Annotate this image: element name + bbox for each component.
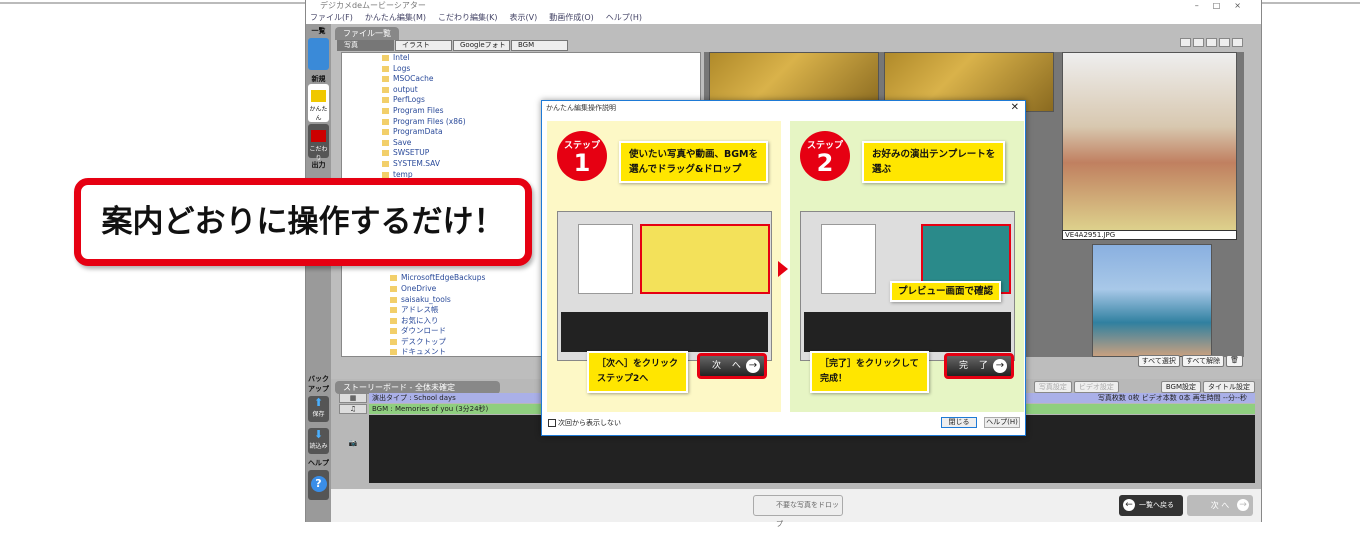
view-detail-icon[interactable]: [1219, 38, 1230, 47]
step1-bubble: 使いたい写真や動画、BGMを 選んでドラッグ&ドロップ: [619, 141, 768, 183]
effect-icon: ▦: [339, 393, 367, 403]
step2-preview-label: プレビュー画面で確認: [890, 281, 1002, 302]
arrow-right-icon: →: [993, 359, 1007, 373]
clapper-icon: [311, 130, 326, 142]
kantan-button[interactable]: かんたん: [308, 84, 329, 122]
list-label: 一覧: [311, 27, 326, 35]
bottom-bar: 不要な写真をドロップ ← 一覧へ戻る 次 へ →: [331, 489, 1261, 528]
question-icon: ?: [310, 476, 327, 492]
window-controls[interactable]: –□×: [1195, 0, 1255, 12]
title-bar: デジカメdeムービーシアター –□×: [306, 0, 1261, 12]
camera-icon: 📷: [348, 439, 358, 447]
tab-photo[interactable]: 写真: [337, 40, 394, 51]
arrow-right-icon: →: [746, 359, 760, 373]
guide-dialog: かんたん編集操作説明 ✕ ステップ 1 使いたい写真や動画、BGMを 選んでドラッ…: [541, 100, 1026, 436]
close-button[interactable]: 閉じる: [941, 417, 977, 428]
storyboard-stats: 写真枚数 0枚 ビデオ本数 0本 再生時間 --分--秒: [1097, 394, 1247, 402]
trash-icon[interactable]: 🗑: [1226, 355, 1243, 367]
menu-kodawari[interactable]: こだわり編集(K): [438, 13, 498, 22]
arrow-up-icon: ⬆: [313, 396, 324, 409]
new-label: 新規: [311, 75, 326, 83]
arrow-right-icon: [778, 261, 788, 277]
back-to-list-button[interactable]: ← 一覧へ戻る: [1119, 495, 1183, 516]
dialog-footer: 次回から表示しない 閉じる ヘルプ(H): [542, 411, 1025, 435]
tab-bgm[interactable]: BGM: [511, 40, 568, 51]
storyboard-buttons: 写真設定 ビデオ設定 BGM設定 タイトル設定: [1033, 381, 1255, 393]
tree-item[interactable]: MSOCache: [342, 74, 700, 85]
title-settings-button[interactable]: タイトル設定: [1203, 381, 1255, 393]
menu-help[interactable]: ヘルプ(H): [606, 13, 642, 22]
arrow-right-icon: →: [1237, 499, 1249, 511]
step1-panel: ステップ 1 使いたい写真や動画、BGMを 選んでドラッグ&ドロップ ［次へ］をク…: [547, 121, 781, 412]
media-tabs: 写真 イラスト Googleフォト BGM: [337, 40, 569, 51]
step1-hint: ［次へ］をクリック ステップ2へ: [587, 351, 689, 393]
tab-illust[interactable]: イラスト: [395, 40, 452, 51]
clapper-icon: [311, 90, 326, 102]
step2-badge: ステップ 2: [800, 131, 850, 181]
arrow-left-icon: ←: [1123, 499, 1135, 511]
callout-banner: 案内どおりに操作するだけ！: [74, 178, 532, 266]
photo-filename: VE4A2951.JPG: [1062, 230, 1237, 240]
photo-thumbnail[interactable]: [1092, 244, 1212, 357]
video-settings-button[interactable]: ビデオ設定: [1073, 381, 1119, 393]
step1-next-button-illustration: 次 へ →: [697, 353, 767, 379]
list-button[interactable]: [308, 38, 329, 70]
music-icon: ♫: [339, 404, 367, 414]
close-icon[interactable]: ✕: [1011, 102, 1019, 113]
step2-bubble: お好みの演出テンプレートを 選ぶ: [862, 141, 1006, 183]
trash-drop-zone[interactable]: 不要な写真をドロップ: [753, 495, 843, 528]
load-button[interactable]: ⬇ 読込み: [308, 428, 329, 454]
step2-panel: ステップ 2 お好みの演出テンプレートを 選ぶ プレビュー画面で確認 ［完了］をク…: [790, 121, 1024, 412]
tree-item[interactable]: Intel: [342, 53, 700, 64]
tree-item[interactable]: Logs: [342, 64, 700, 75]
step1-screenshot: [557, 211, 772, 361]
file-list-title: ファイル一覧: [335, 27, 399, 40]
menu-bar: ファイル(F) かんたん編集(M) こだわり編集(K) 表示(V) 動画作成(O) ヘルプ…: [306, 12, 1261, 24]
deselect-all-button[interactable]: すべて解除: [1181, 355, 1225, 367]
tab-google-photo[interactable]: Googleフォト: [453, 40, 510, 51]
dont-show-checkbox[interactable]: 次回から表示しない: [548, 418, 621, 428]
left-toolbar: 一覧 新規 かんたん こだわり 出力 バックアップ ⬆ 保存 ⬇ 読込み ヘルプ ?: [306, 24, 331, 522]
view-list-icon[interactable]: [1206, 38, 1217, 47]
step1-badge: ステップ 1: [557, 131, 607, 181]
help-button[interactable]: ヘルプ(H): [984, 417, 1020, 428]
tree-item[interactable]: output: [342, 85, 700, 96]
view-mode-buttons: [1180, 38, 1243, 47]
selection-buttons: すべて選択 すべて解除 🗑: [1137, 355, 1243, 367]
menu-file[interactable]: ファイル(F): [310, 13, 353, 22]
menu-view[interactable]: 表示(V): [510, 13, 538, 22]
view-large-icon[interactable]: [1180, 38, 1191, 47]
backup-label: バックアップ: [308, 375, 329, 393]
window-title: デジカメdeムービーシアター: [320, 1, 426, 10]
output-label: 出力: [311, 161, 326, 169]
view-grid-icon[interactable]: [1232, 38, 1243, 47]
dialog-title: かんたん編集操作説明: [546, 104, 616, 112]
step2-done-button-illustration: 完 了 →: [944, 353, 1014, 379]
menu-create[interactable]: 動画作成(O): [549, 13, 594, 22]
help-button[interactable]: ?: [308, 470, 329, 500]
photo-settings-button[interactable]: 写真設定: [1033, 381, 1072, 393]
kodawari-button[interactable]: こだわり: [308, 124, 329, 162]
view-medium-icon[interactable]: [1193, 38, 1204, 47]
arrow-down-icon: ⬇: [313, 428, 324, 441]
help-label: ヘルプ: [308, 459, 329, 467]
next-button[interactable]: 次 へ →: [1187, 495, 1253, 516]
photo-thumbnail[interactable]: [1062, 52, 1237, 237]
menu-kantan[interactable]: かんたん編集(M): [365, 13, 426, 22]
select-all-button[interactable]: すべて選択: [1137, 355, 1180, 367]
bgm-settings-button[interactable]: BGM設定: [1160, 381, 1201, 393]
save-button[interactable]: ⬆ 保存: [308, 396, 329, 422]
step2-hint: ［完了］をクリックして 完成！: [810, 351, 929, 393]
